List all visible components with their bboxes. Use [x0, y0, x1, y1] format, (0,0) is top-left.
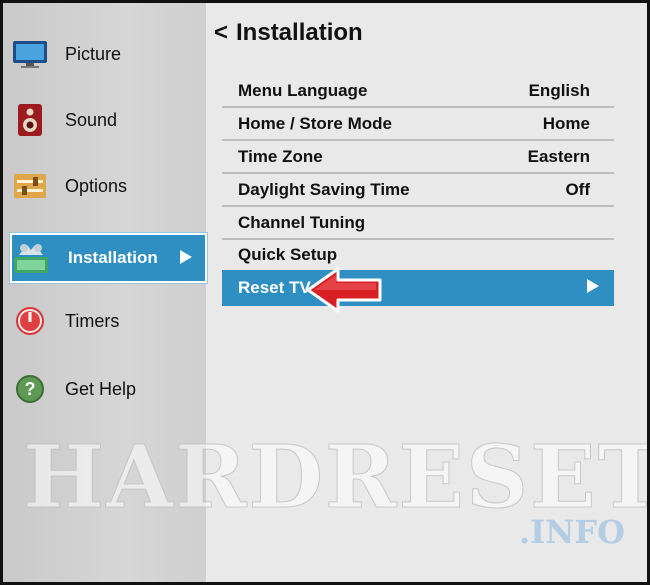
sidebar-item-get-help[interactable]: ? Get Help [11, 365, 205, 413]
watermark-sub: .INFO [519, 513, 625, 551]
tv-menu-screen: Picture Sound Options Installation Timer… [0, 0, 650, 585]
row-label: Home / Store Mode [238, 114, 392, 133]
sidebar-item-options[interactable]: Options [11, 162, 205, 210]
menu-row-reset-tv[interactable]: Reset TV [222, 270, 614, 306]
page-title: < Installation [214, 19, 363, 47]
sidebar-item-label: Sound [65, 109, 118, 130]
sidebar-item-label: Options [65, 175, 128, 196]
row-label: Quick Setup [238, 245, 338, 264]
row-value: Home [542, 114, 590, 133]
tv-icon [11, 35, 49, 73]
help-icon: ? [11, 370, 49, 408]
speaker-icon [11, 101, 49, 139]
svg-text:?: ? [25, 379, 36, 399]
options-sliders-icon [11, 167, 49, 205]
menu-row-daylight-saving-time[interactable]: Daylight Saving Time Off [222, 175, 614, 207]
sidebar-item-installation[interactable]: Installation [9, 232, 208, 284]
menu-row-quick-setup[interactable]: Quick Setup [222, 239, 614, 271]
row-value: Off [565, 180, 590, 199]
page-title-text: Installation [236, 19, 363, 46]
menu-row-menu-language[interactable]: Menu Language English [222, 76, 614, 108]
menu-row-channel-tuning[interactable]: Channel Tuning [222, 208, 614, 240]
row-label: Time Zone [238, 147, 323, 166]
row-label: Reset TV [238, 278, 311, 297]
sidebar-item-label: Picture [65, 43, 122, 64]
row-label: Daylight Saving Time [238, 180, 410, 199]
chevron-right-icon [179, 249, 193, 270]
timer-icon [11, 302, 49, 340]
back-button[interactable]: < [214, 19, 228, 47]
menu-row-time-zone[interactable]: Time Zone Eastern [222, 142, 614, 174]
sidebar-item-timers[interactable]: Timers [11, 297, 205, 345]
red-pointer-arrow-icon [304, 265, 384, 320]
sidebar-item-picture[interactable]: Picture [11, 30, 205, 78]
sidebar-item-label: Get Help [65, 378, 137, 399]
sidebar-item-label: Timers [65, 310, 120, 331]
installation-icon [12, 239, 50, 277]
row-label: Menu Language [238, 81, 368, 100]
row-label: Channel Tuning [238, 213, 366, 232]
sidebar-item-label: Installation [68, 248, 158, 267]
row-value: English [528, 81, 590, 100]
menu-row-home-store-mode[interactable]: Home / Store Mode Home [222, 109, 614, 141]
row-value: Eastern [527, 147, 590, 166]
chevron-right-icon [586, 278, 600, 299]
sidebar-item-sound[interactable]: Sound [11, 96, 205, 144]
